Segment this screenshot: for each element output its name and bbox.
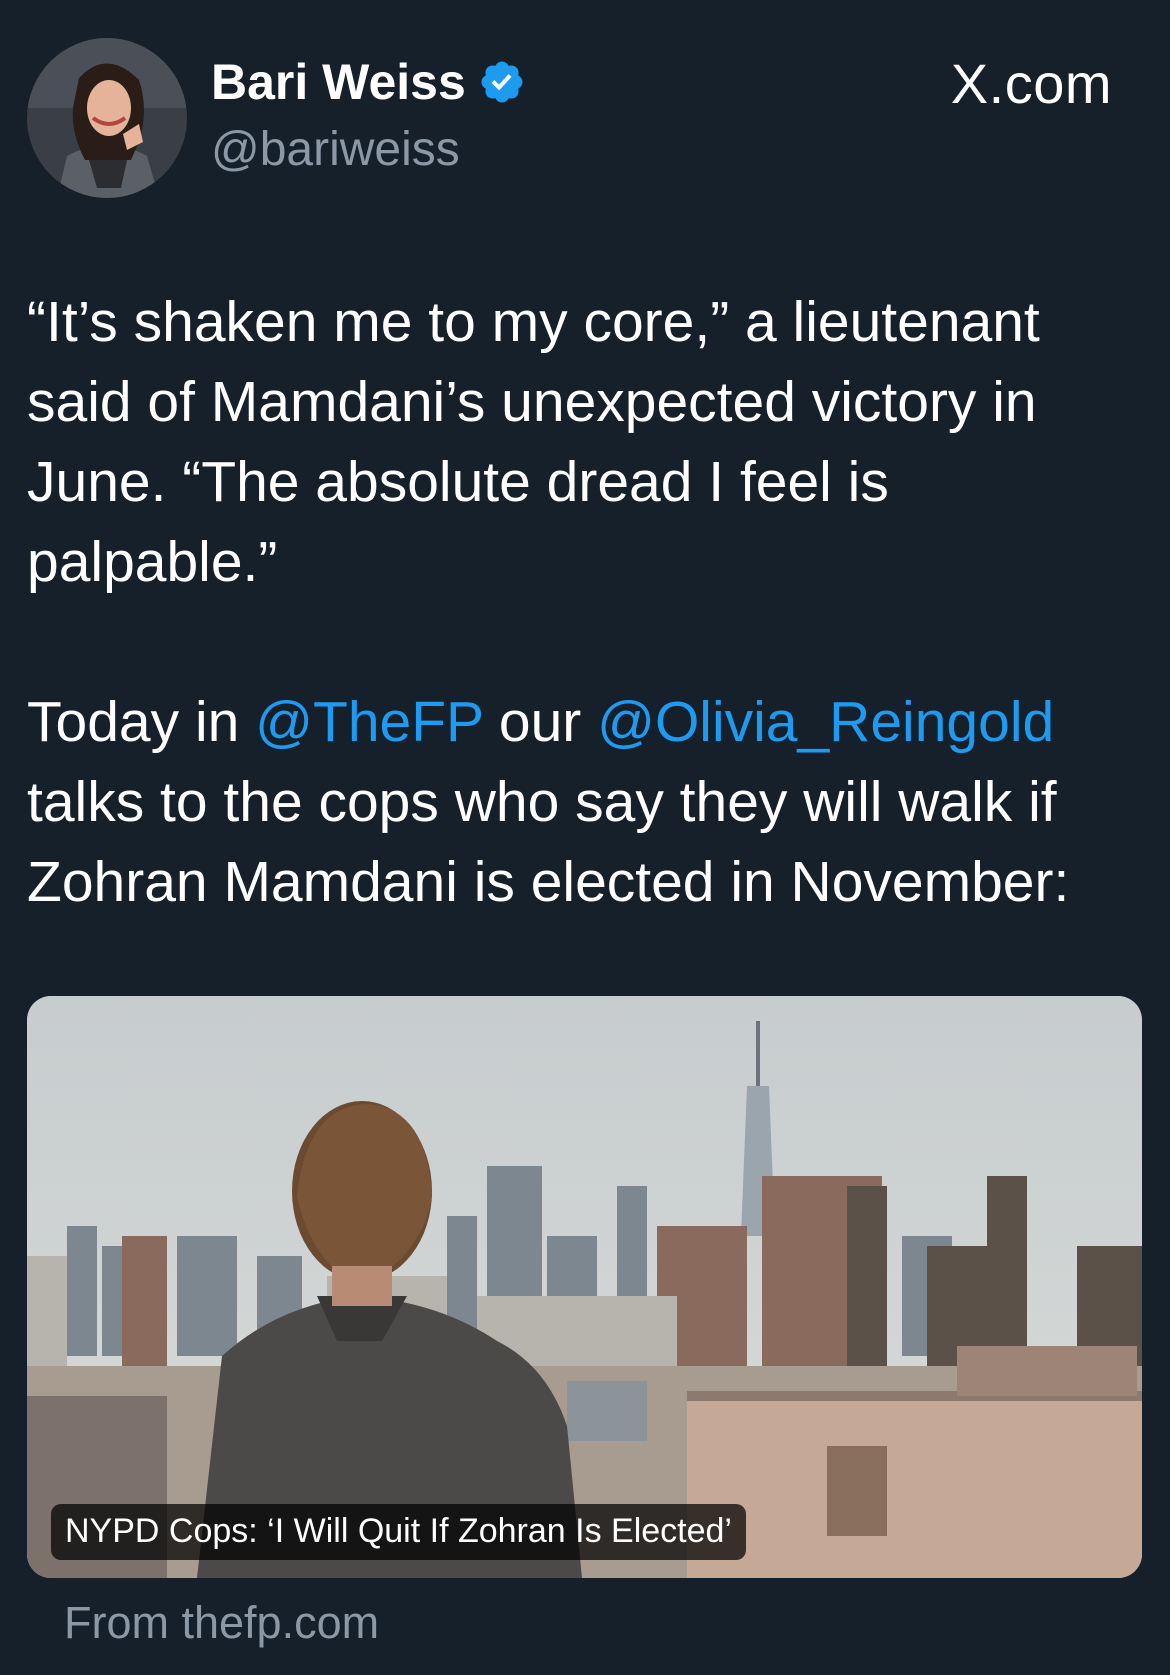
mention-olivia-reingold-link[interactable]: @Olivia_Reingold bbox=[597, 690, 1054, 754]
verified-badge-icon bbox=[481, 61, 523, 103]
tweet-text-segment: Today in bbox=[27, 690, 256, 754]
article-link-card[interactable]: NYPD Cops: ‘I Will Quit If Zohran Is Ele… bbox=[27, 996, 1142, 1578]
article-photo bbox=[27, 996, 1142, 1578]
avatar[interactable] bbox=[27, 38, 187, 198]
author-display-name[interactable]: Bari Weiss bbox=[211, 52, 466, 112]
tweet-text-segment: talks to the cops who say they will walk… bbox=[27, 770, 1070, 914]
author-name-row: Bari Weiss bbox=[211, 52, 526, 112]
author-handle[interactable]: @bariweiss bbox=[211, 120, 460, 180]
tweet-paragraph-2: Today in @TheFP our @Olivia_Reingold tal… bbox=[27, 682, 1152, 922]
site-label: X.com bbox=[950, 52, 1112, 115]
profile-photo bbox=[27, 38, 187, 198]
article-source-link[interactable]: From thefp.com bbox=[64, 1595, 379, 1651]
article-title-caption: NYPD Cops: ‘I Will Quit If Zohran Is Ele… bbox=[51, 1504, 746, 1560]
tweet-text-segment: our bbox=[483, 690, 598, 754]
mention-thefp-link[interactable]: @TheFP bbox=[255, 690, 483, 754]
tweet-paragraph-1: “It’s shaken me to my core,” a lieutenan… bbox=[27, 290, 1040, 594]
tweet-text: “It’s shaken me to my core,” a lieutenan… bbox=[27, 282, 1152, 922]
